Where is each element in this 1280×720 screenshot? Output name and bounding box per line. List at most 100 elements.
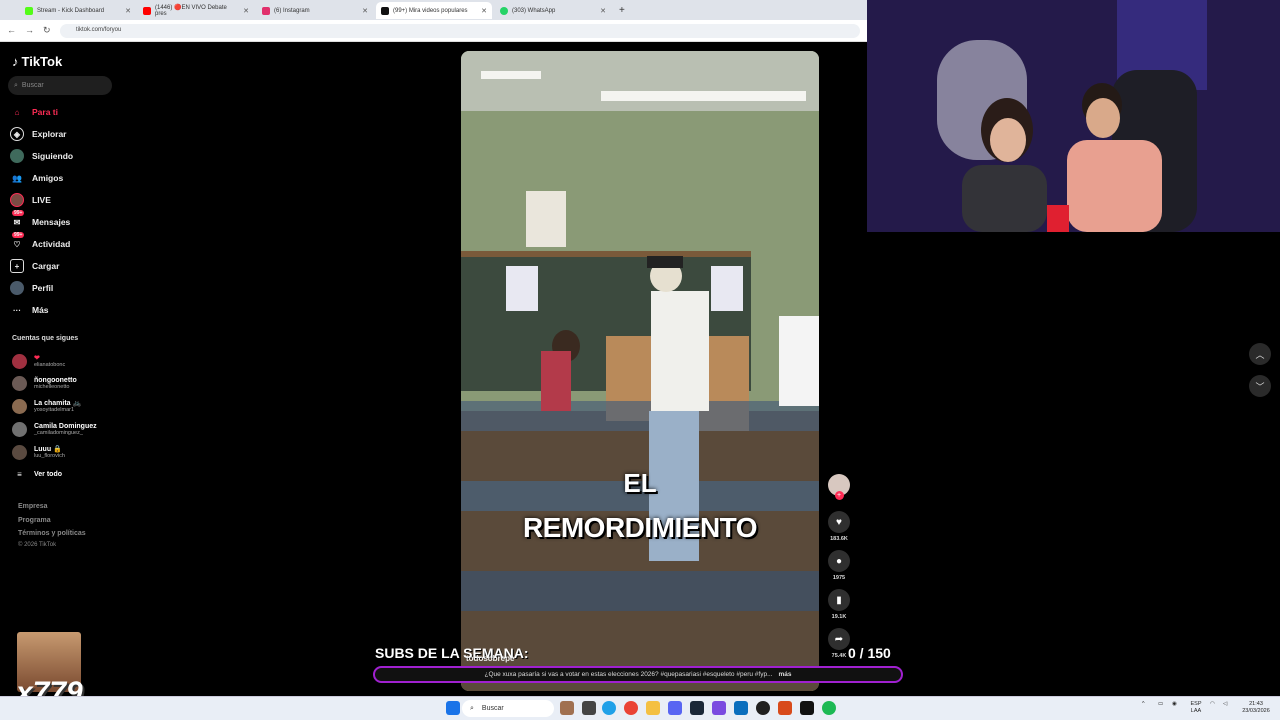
nav-amigos[interactable]: 👥 Amigos [10,171,63,185]
account-handle: yosoyitadelmar1 [34,407,75,413]
avatar [12,399,27,414]
following-account[interactable]: ñongoonetto michelleonetto [12,376,77,391]
footer-link[interactable]: Empresa [18,503,48,510]
tray-chevron-icon[interactable]: ^ [1142,701,1145,708]
account-handle: _camiladominguez_ [34,430,83,436]
spotify-icon[interactable] [822,701,836,715]
friends-icon: 👥 [12,173,22,183]
chrome-icon[interactable] [624,701,638,715]
app-icon[interactable] [778,701,792,715]
video-player[interactable] [461,51,819,691]
taskbar-search[interactable]: ⌕ Buscar [462,700,554,717]
next-video-button[interactable]: ﹀ [1249,375,1271,397]
creator-avatar[interactable]: + [828,474,850,500]
more-link[interactable]: más [778,671,791,678]
nav-cargar[interactable]: + Cargar [10,259,59,273]
save-button[interactable]: ▮ 19.1K [828,589,850,620]
footer-link[interactable]: Programa [18,517,51,524]
back-icon[interactable]: ← [7,25,16,35]
nav-label: Mensajes [32,217,71,227]
nav-perfil[interactable]: Perfil [10,281,53,295]
heart-icon: ♥ [828,511,850,533]
close-icon[interactable]: ✕ [600,7,606,15]
reload-icon[interactable]: ↻ [43,25,51,36]
tiktok-note-icon: ♪ [12,54,19,69]
file-explorer-icon[interactable] [646,701,660,715]
tab-tiktok[interactable]: (99+) Mira videos populares ✕ [376,2,492,19]
nav-para-ti[interactable]: ⌂ Para ti [10,105,58,119]
search-input[interactable]: ⌕ Buscar [8,76,112,95]
close-icon[interactable]: ✕ [125,7,131,15]
like-button[interactable]: ♥ 183.6K [828,511,850,542]
profile-icon [10,281,24,295]
tiktok-logo[interactable]: ♪ TikTok [12,54,62,69]
account-name: La chamita 🚲 [34,400,82,407]
app-icon[interactable] [800,701,814,715]
account-name: Luuu 🔒 [34,446,62,453]
account-handle: elianatobonc [34,362,66,368]
tab-title: (1446) 🔴EN VIVO Debate pres [155,5,227,17]
close-icon[interactable]: ✕ [243,7,249,15]
nav-actividad[interactable]: ♡ 99+ Actividad [10,232,71,251]
account-name: ñongoonetto [34,377,77,384]
windows-start-icon[interactable] [446,701,460,715]
nav-explorar[interactable]: ◈ Explorar [10,127,67,141]
see-all-link[interactable]: ≡ Ver todo [12,470,62,479]
nav-label: Siguiendo [32,151,74,161]
tab-youtube[interactable]: (1446) 🔴EN VIVO Debate pres ✕ [138,2,254,19]
video-description-bar: ¿Que xuxa pasaría si vas a votar en esta… [373,666,903,683]
footer-link[interactable]: Términos y políticas [18,530,86,537]
nav-label: Actividad [32,239,71,249]
nav-live[interactable]: LIVE [10,193,51,207]
chevron-down-icon: ﹀ [1255,381,1265,392]
account-name: Camila Dominguez [34,423,97,430]
tab-instagram[interactable]: (6) Instagram ✕ [257,2,373,19]
language-code: ESP [1190,701,1202,707]
tray-icon[interactable]: ▭ [1158,701,1163,708]
messages-icon: ✉ 99+ [12,210,25,227]
comment-button[interactable]: ● 1975 [828,550,850,581]
time: 21:43 [1249,701,1263,707]
share-count: 75.4K [831,653,847,659]
tab-title: (6) Instagram [274,7,310,14]
obs-icon[interactable] [756,701,770,715]
clock[interactable]: 21:43 23/03/2026 [1238,701,1274,715]
avatar [12,445,27,460]
tray-icon[interactable]: ◉ [1172,701,1177,708]
steam-icon[interactable] [690,701,704,715]
wifi-icon[interactable]: ◠ [1210,701,1215,708]
nav-mensajes[interactable]: ✉ 99+ Mensajes [10,210,71,229]
following-account[interactable]: Luuu 🔒 luu_florovich [12,445,65,460]
edge-icon[interactable] [602,701,616,715]
app-icon[interactable] [712,701,726,715]
widget-icon[interactable] [560,701,574,715]
following-account[interactable]: Camila Dominguez _camiladominguez_ [12,422,97,437]
instagram-icon [262,6,270,15]
close-icon[interactable]: ✕ [362,7,368,15]
discord-icon[interactable] [668,701,682,715]
app-icon[interactable] [734,701,748,715]
copyright: © 2026 TikTok [18,542,57,548]
volume-icon[interactable]: ◁ [1223,701,1227,708]
tab-whatsapp[interactable]: (303) WhatsApp ✕ [495,2,611,19]
url-field[interactable]: tiktok.com/foryou [60,24,860,38]
nav-mas[interactable]: ··· Más [10,303,49,317]
new-tab-button[interactable]: + [614,2,630,19]
avatar [12,354,27,369]
follow-plus-icon[interactable]: + [834,491,844,500]
previous-video-button[interactable]: ︿ [1249,343,1271,365]
date: 23/03/2026 [1242,708,1270,714]
language-indicator[interactable]: ESP LAA [1188,701,1204,715]
nav-label: Perfil [32,283,54,293]
share-icon: ➦ [828,628,850,650]
classroom-video-frame [461,51,819,691]
nav-siguiendo[interactable]: Siguiendo [10,149,73,163]
following-account[interactable]: ❤ elianatobonc [12,354,65,369]
task-view-icon[interactable] [582,701,596,715]
forward-icon[interactable]: → [25,25,34,35]
share-button[interactable]: ➦ 75.4K [828,628,850,659]
tab-kick[interactable]: Stream - Kick Dashboard ✕ [20,2,136,19]
following-account[interactable]: La chamita 🚲 yosoyitadelmar1 [12,399,81,414]
chevron-up-icon: ︿ [1255,349,1265,360]
close-icon[interactable]: ✕ [481,7,487,15]
